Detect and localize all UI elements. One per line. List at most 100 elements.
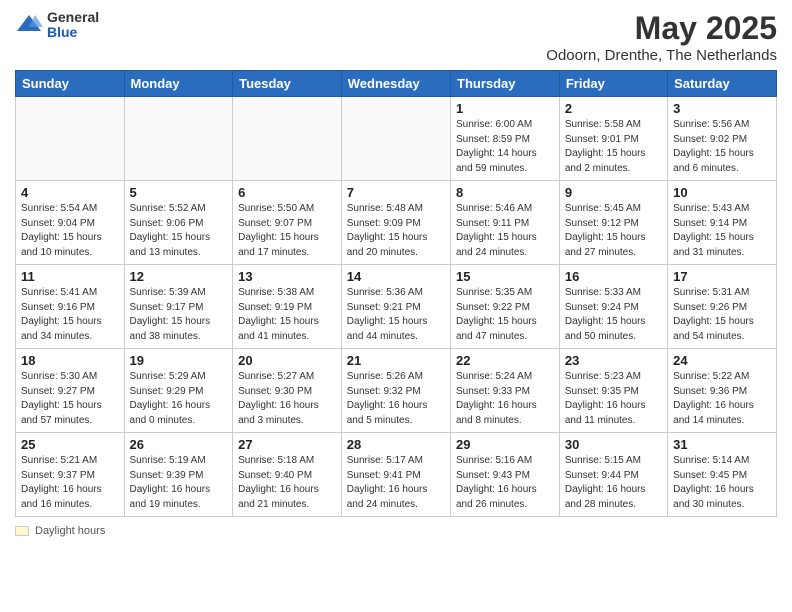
calendar-cell: 7Sunrise: 5:48 AM Sunset: 9:09 PM Daylig… [341,181,450,265]
day-number: 23 [565,353,662,368]
day-number: 28 [347,437,445,452]
day-number: 18 [21,353,119,368]
day-info: Sunrise: 5:36 AM Sunset: 9:21 PM Dayligh… [347,286,445,344]
day-number: 1 [456,101,554,116]
day-info: Sunrise: 5:45 AM Sunset: 9:12 PM Dayligh… [565,202,662,260]
day-number: 17 [673,269,771,284]
day-number: 11 [21,269,119,284]
day-info: Sunrise: 5:14 AM Sunset: 9:45 PM Dayligh… [673,454,771,512]
calendar-cell: 22 Sunrise: 5:24 AM Sunset: 9:33 PM Dayli… [451,349,560,433]
calendar-cell: 13 Sunrise: 5:38 AM Sunset: 9:19 PM Dayli… [233,265,342,349]
calendar-cell: 9 Sunrise: 5:45 AM Sunset: 9:12 PM Daylig… [559,181,667,265]
day-info: Sunrise: 5:22 AM Sunset: 9:36 PM Dayligh… [673,370,771,428]
calendar-week-1: 1 Sunrise: 6:00 AM Sunset: 8:59 PM Daylig… [16,97,777,181]
calendar-cell: 5 Sunrise: 5:52 AM Sunset: 9:06 PM Daylig… [124,181,233,265]
calendar-cell: 24 Sunrise: 5:22 AM Sunset: 9:36 PM Dayli… [668,349,777,433]
calendar-cell [233,97,342,181]
day-info: Sunrise: 5:39 AM Sunset: 9:17 PM Dayligh… [130,286,228,344]
calendar-cell: 14 Sunrise: 5:36 AM Sunset: 9:21 PM Dayli… [341,265,450,349]
day-number: 16 [565,269,662,284]
day-info: Sunrise: 5:33 AM Sunset: 9:24 PM Dayligh… [565,286,662,344]
day-number: 27 [238,437,336,452]
calendar-week-2: 4 Sunrise: 5:54 AM Sunset: 9:04 PM Daylig… [16,181,777,265]
calendar-cell [16,97,125,181]
day-number: 12 [130,269,228,284]
calendar-cell: 20 Sunrise: 5:27 AM Sunset: 9:30 PM Dayli… [233,349,342,433]
calendar-header-row: SundayMondayTuesdayWednesdayThursdayFrid… [16,71,777,97]
logo-blue: Blue [47,25,99,40]
day-number: 29 [456,437,554,452]
calendar-cell: 1 Sunrise: 6:00 AM Sunset: 8:59 PM Daylig… [451,97,560,181]
calendar-cell: 12 Sunrise: 5:39 AM Sunset: 9:17 PM Dayli… [124,265,233,349]
day-number: 5 [130,185,228,200]
calendar-week-5: 25Sunrise: 5:21 AM Sunset: 9:37 PM Dayli… [16,433,777,517]
day-number: 2 [565,101,662,116]
calendar-cell: 15Sunrise: 5:35 AM Sunset: 9:22 PM Dayli… [451,265,560,349]
day-number: 13 [238,269,336,284]
day-info: Sunrise: 5:43 AM Sunset: 9:14 PM Dayligh… [673,202,771,260]
calendar-week-3: 11Sunrise: 5:41 AM Sunset: 9:16 PM Dayli… [16,265,777,349]
calendar-cell [341,97,450,181]
day-info: Sunrise: 5:26 AM Sunset: 9:32 PM Dayligh… [347,370,445,428]
day-number: 26 [130,437,228,452]
day-number: 6 [238,185,336,200]
calendar-cell: 19 Sunrise: 5:29 AM Sunset: 9:29 PM Dayli… [124,349,233,433]
calendar-cell: 8 Sunrise: 5:46 AM Sunset: 9:11 PM Daylig… [451,181,560,265]
day-info: Sunrise: 5:54 AM Sunset: 9:04 PM Dayligh… [21,202,119,260]
day-info: Sunrise: 5:24 AM Sunset: 9:33 PM Dayligh… [456,370,554,428]
logo-icon [15,11,43,39]
day-info: Sunrise: 5:29 AM Sunset: 9:29 PM Dayligh… [130,370,228,428]
day-info: Sunrise: 5:38 AM Sunset: 9:19 PM Dayligh… [238,286,336,344]
calendar-cell: 2 Sunrise: 5:58 AM Sunset: 9:01 PM Daylig… [559,97,667,181]
calendar-header-saturday: Saturday [668,71,777,97]
calendar-cell: 10Sunrise: 5:43 AM Sunset: 9:14 PM Dayli… [668,181,777,265]
calendar-cell: 4 Sunrise: 5:54 AM Sunset: 9:04 PM Daylig… [16,181,125,265]
day-number: 22 [456,353,554,368]
calendar-table: SundayMondayTuesdayWednesdayThursdayFrid… [15,70,777,517]
day-number: 9 [565,185,662,200]
day-number: 30 [565,437,662,452]
day-info: Sunrise: 5:52 AM Sunset: 9:06 PM Dayligh… [130,202,228,260]
calendar-cell [124,97,233,181]
logo-general: General [47,10,99,25]
calendar-cell: 23 Sunrise: 5:23 AM Sunset: 9:35 PM Dayli… [559,349,667,433]
day-info: Sunrise: 5:19 AM Sunset: 9:39 PM Dayligh… [130,454,228,512]
day-number: 8 [456,185,554,200]
day-info: Sunrise: 5:58 AM Sunset: 9:01 PM Dayligh… [565,118,662,176]
day-info: Sunrise: 5:15 AM Sunset: 9:44 PM Dayligh… [565,454,662,512]
day-number: 31 [673,437,771,452]
calendar-cell: 6 Sunrise: 5:50 AM Sunset: 9:07 PM Daylig… [233,181,342,265]
day-info: Sunrise: 5:31 AM Sunset: 9:26 PM Dayligh… [673,286,771,344]
calendar-header-wednesday: Wednesday [341,71,450,97]
calendar-header-friday: Friday [559,71,667,97]
calendar-cell: 17 Sunrise: 5:31 AM Sunset: 9:26 PM Dayli… [668,265,777,349]
calendar-footer: Daylight hours [15,525,777,537]
day-number: 7 [347,185,445,200]
day-number: 20 [238,353,336,368]
calendar-cell: 18Sunrise: 5:30 AM Sunset: 9:27 PM Dayli… [16,349,125,433]
page-header: General Blue May 2025 Odoorn, Drenthe, T… [15,10,777,64]
day-number: 4 [21,185,119,200]
calendar-cell: 31 Sunrise: 5:14 AM Sunset: 9:45 PM Dayli… [668,433,777,517]
calendar-header-sunday: Sunday [16,71,125,97]
day-number: 24 [673,353,771,368]
day-info: Sunrise: 5:35 AM Sunset: 9:22 PM Dayligh… [456,286,554,344]
calendar-cell: 29 Sunrise: 5:16 AM Sunset: 9:43 PM Dayli… [451,433,560,517]
day-info: Sunrise: 5:17 AM Sunset: 9:41 PM Dayligh… [347,454,445,512]
day-number: 19 [130,353,228,368]
day-number: 25 [21,437,119,452]
day-info: Sunrise: 5:50 AM Sunset: 9:07 PM Dayligh… [238,202,336,260]
logo: General Blue [15,10,99,41]
daylight-label: Daylight hours [35,525,105,537]
day-number: 14 [347,269,445,284]
day-info: Sunrise: 5:56 AM Sunset: 9:02 PM Dayligh… [673,118,771,176]
day-info: Sunrise: 5:27 AM Sunset: 9:30 PM Dayligh… [238,370,336,428]
day-info: Sunrise: 5:46 AM Sunset: 9:11 PM Dayligh… [456,202,554,260]
calendar-cell: 30 Sunrise: 5:15 AM Sunset: 9:44 PM Dayli… [559,433,667,517]
day-info: Sunrise: 5:18 AM Sunset: 9:40 PM Dayligh… [238,454,336,512]
calendar-cell: 26 Sunrise: 5:19 AM Sunset: 9:39 PM Dayli… [124,433,233,517]
calendar-header-tuesday: Tuesday [233,71,342,97]
day-info: Sunrise: 5:23 AM Sunset: 9:35 PM Dayligh… [565,370,662,428]
day-info: Sunrise: 5:16 AM Sunset: 9:43 PM Dayligh… [456,454,554,512]
day-info: Sunrise: 6:00 AM Sunset: 8:59 PM Dayligh… [456,118,554,176]
